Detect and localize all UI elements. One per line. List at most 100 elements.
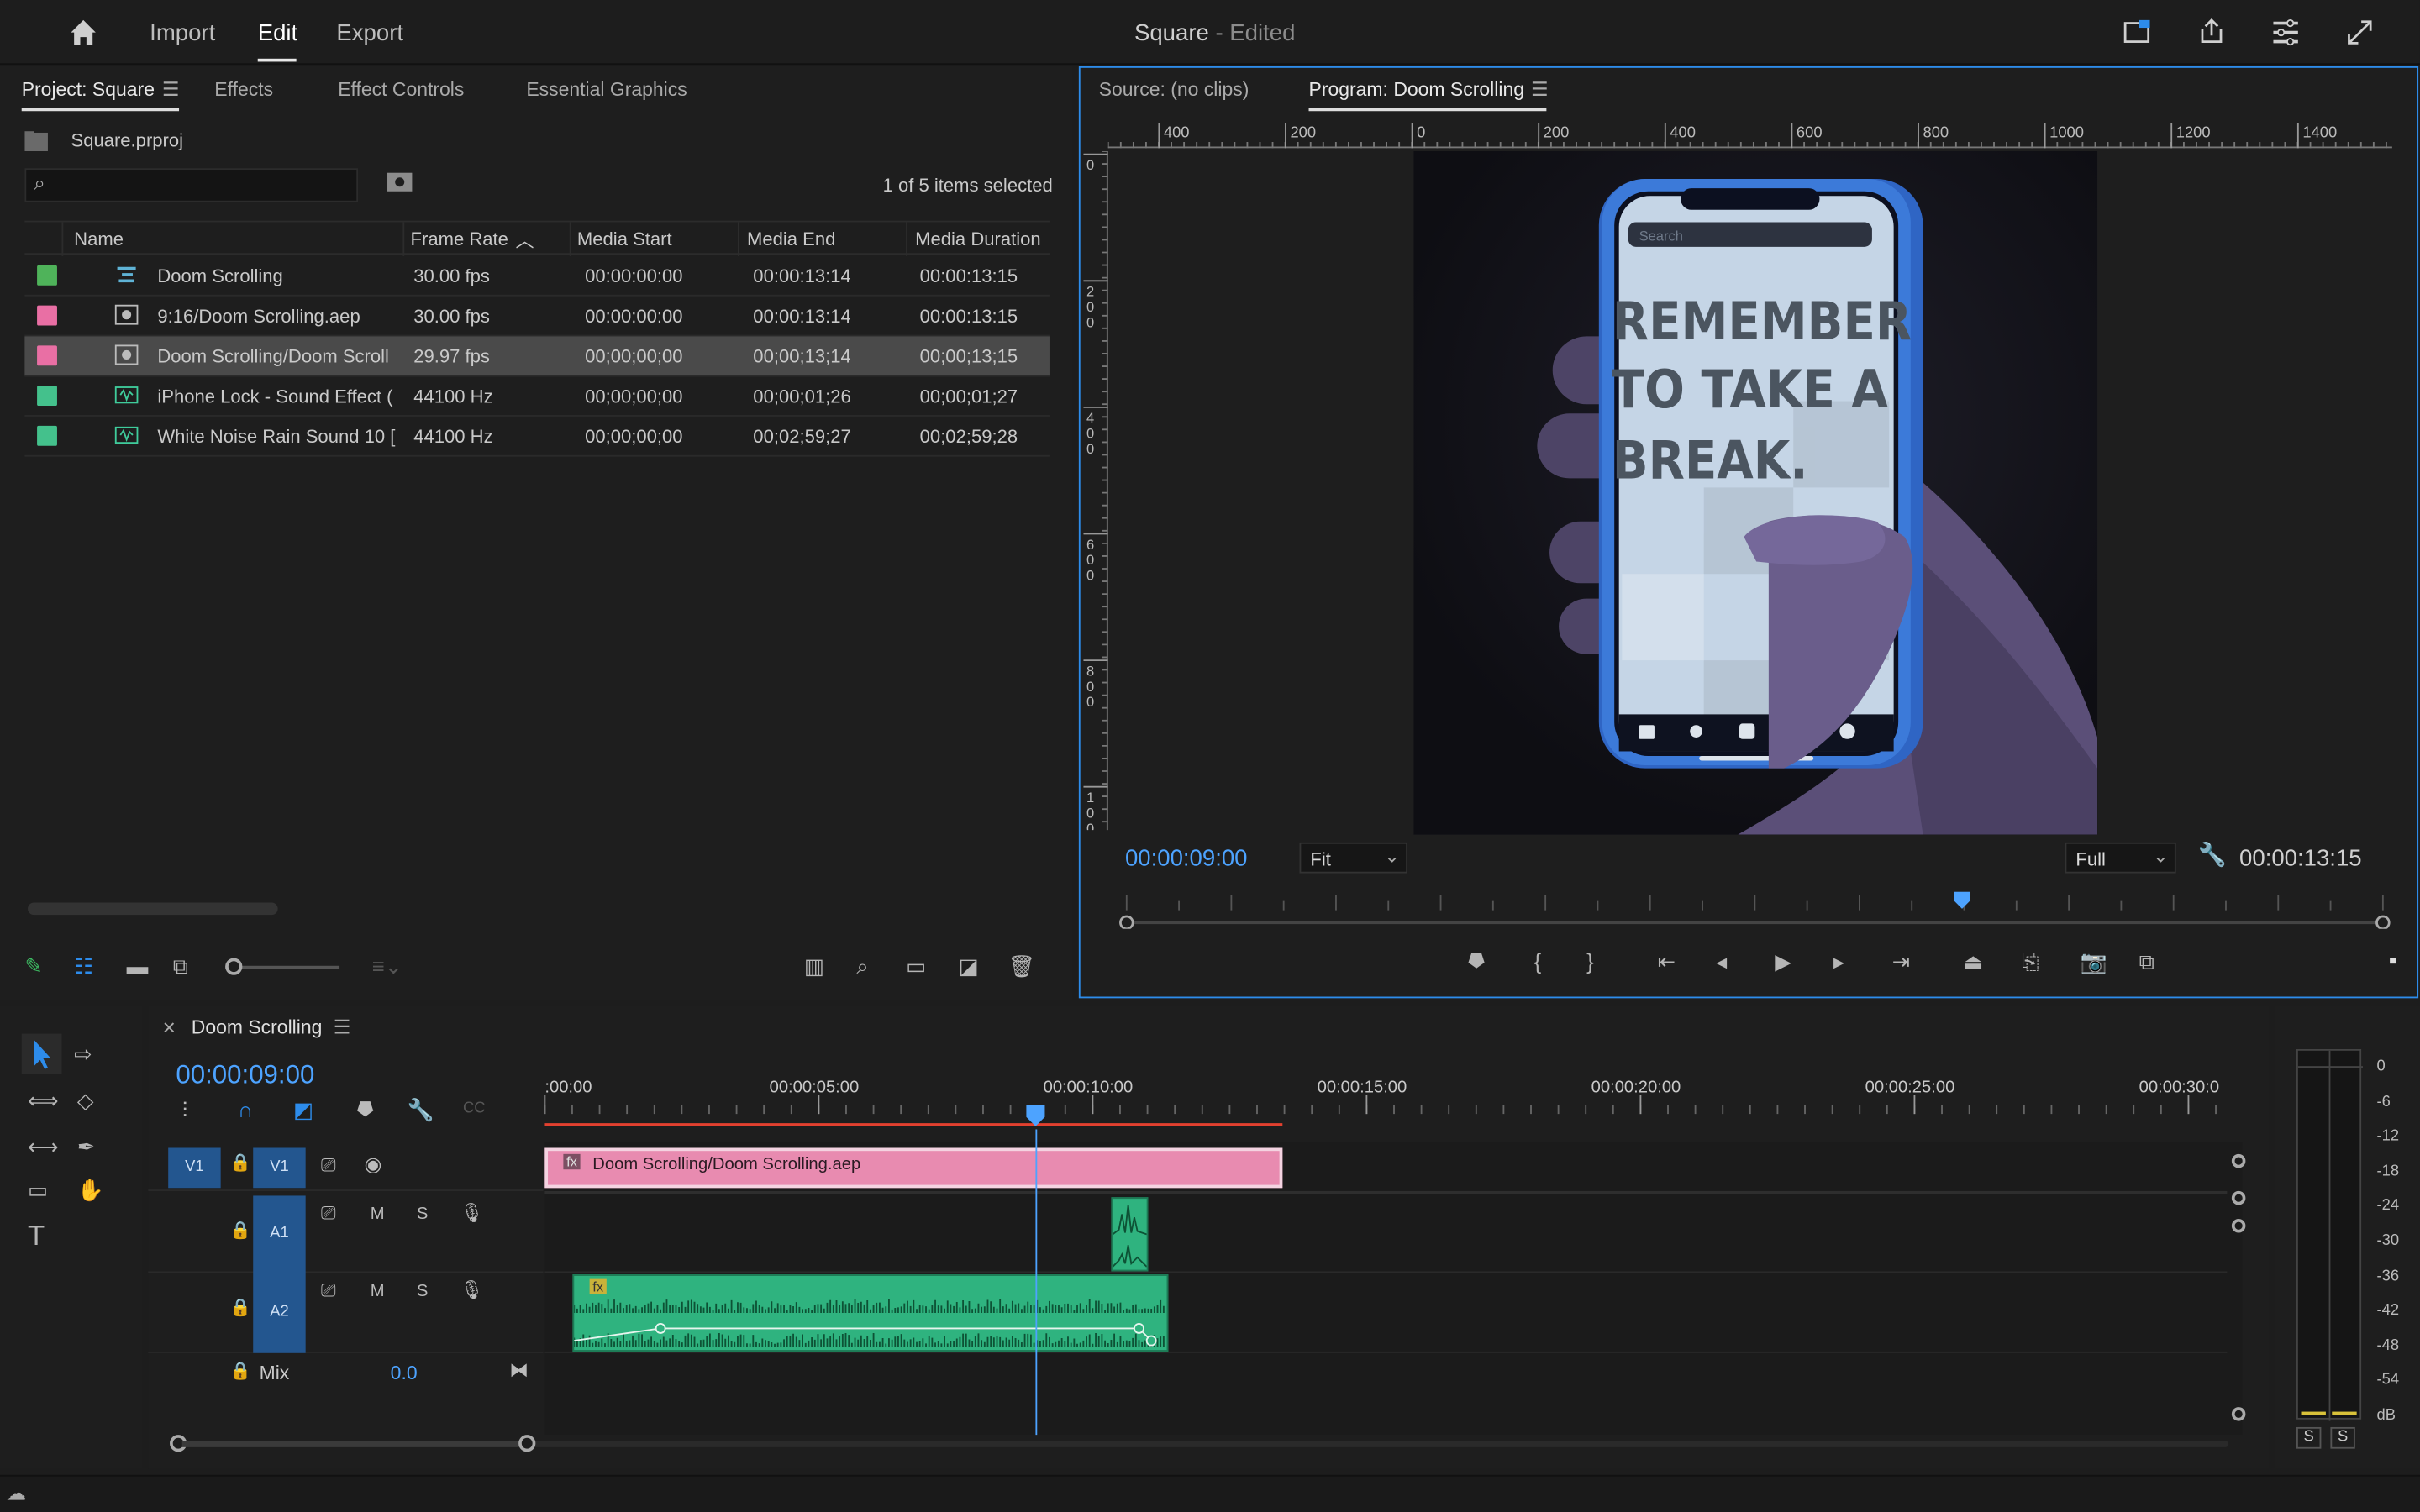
type-tool-icon[interactable]: T — [28, 1222, 45, 1250]
export-frame-icon[interactable]: 📷 — [2081, 948, 2107, 975]
trash-icon[interactable]: 🗑 — [1007, 952, 1035, 979]
mix-gain-icon[interactable]: ⧓ — [509, 1357, 529, 1381]
creative-cloud-icon[interactable]: ☁ — [6, 1481, 26, 1505]
lock-icon[interactable]: 🔒 — [230, 1221, 251, 1241]
rectangle-tool-icon[interactable]: ▭ — [28, 1176, 48, 1204]
v1-source-patch[interactable]: V1 — [168, 1147, 221, 1189]
tab-project[interactable]: Project: Square — [22, 79, 155, 101]
go-to-out-icon[interactable]: ⇥ — [1892, 948, 1911, 975]
mix-value[interactable]: 0.0 — [391, 1362, 418, 1384]
zoom-handle-right[interactable] — [518, 1435, 536, 1452]
meter-solo-left[interactable]: S — [2296, 1426, 2322, 1449]
label-color-swatch[interactable] — [37, 386, 57, 407]
button-editor-icon[interactable]: ■ — [2389, 953, 2396, 968]
pen-tool-icon[interactable]: ✒ — [77, 1132, 96, 1160]
zoom-slider[interactable] — [225, 958, 340, 975]
track-scroll-handle[interactable] — [2231, 1153, 2246, 1168]
program-current-time[interactable]: 00:00:09:00 — [1125, 846, 1248, 872]
project-item-row[interactable]: Doom Scrolling 30.00 fps 00:00:00:00 00:00:… — [24, 256, 1050, 297]
sync-lock-icon[interactable]: ⎚ — [321, 1154, 336, 1178]
project-item-row[interactable]: Doom Scrolling/Doom Scroll 29.97 fps 00;00… — [24, 336, 1050, 377]
timeline-settings-icon[interactable]: 🔧 — [408, 1095, 434, 1123]
label-color-swatch[interactable] — [37, 305, 57, 326]
playhead-line[interactable] — [1035, 1129, 1038, 1436]
sync-lock-icon[interactable]: ⎚ — [321, 1279, 336, 1303]
new-bin-icon[interactable]: ▭ — [906, 952, 926, 979]
project-item-row[interactable]: iPhone Lock - Sound Effect (44100 Hz 00;0… — [24, 376, 1050, 417]
workspaces-icon[interactable] — [2272, 18, 2300, 46]
label-color-swatch[interactable] — [37, 265, 57, 286]
microphone-icon[interactable]: 🎙 — [460, 1279, 483, 1301]
program-playhead[interactable] — [1954, 891, 1970, 909]
step-back-icon[interactable]: ◂ — [1716, 948, 1727, 975]
find-icon[interactable]: ⌕ — [856, 952, 868, 979]
nav-import[interactable]: Import — [150, 20, 215, 46]
icon-view-icon[interactable]: ▬ — [127, 952, 149, 979]
fullscreen-icon[interactable] — [2346, 18, 2374, 46]
sort-icon[interactable]: ≡⌄ — [372, 952, 403, 979]
selection-tool-icon[interactable] — [21, 1033, 62, 1074]
mute-button[interactable]: M — [371, 1282, 385, 1300]
resolution-select[interactable]: Full ⌄ — [2065, 842, 2176, 874]
comparison-view-icon[interactable]: ⧉ — [2139, 948, 2154, 975]
project-item-row[interactable]: 9:16/Doom Scrolling.aep 30.00 fps 00:00:00… — [24, 297, 1050, 337]
share-icon[interactable] — [2197, 17, 2225, 45]
col-name[interactable]: Name — [74, 228, 124, 250]
audio-clip-a2[interactable]: fx — [572, 1274, 1169, 1352]
razor-tool-icon[interactable]: ◇ — [77, 1086, 94, 1114]
v1-target-patch[interactable]: V1 — [253, 1147, 306, 1189]
timeline-tab-menu-icon[interactable]: ☰ — [334, 1016, 351, 1038]
volume-keyframe[interactable] — [1145, 1335, 1157, 1347]
step-forward-icon[interactable]: ▸ — [1833, 948, 1844, 975]
mute-button[interactable]: M — [371, 1205, 385, 1223]
extract-icon[interactable]: ⎘ — [2022, 948, 2039, 975]
meter-solo-right[interactable]: S — [2330, 1426, 2355, 1449]
lift-icon[interactable]: ⏏ — [1963, 948, 1983, 975]
tab-effects[interactable]: Effects — [214, 79, 273, 101]
tab-essential-graphics[interactable]: Essential Graphics — [526, 79, 687, 101]
linked-selection-icon[interactable]: ◩ — [293, 1095, 313, 1123]
label-color-swatch[interactable] — [37, 425, 57, 446]
settings-wrench-icon[interactable]: 🔧 — [2197, 841, 2226, 869]
track-select-tool-icon[interactable]: ⇨ — [74, 1040, 92, 1068]
sync-lock-icon[interactable]: ⎚ — [321, 1202, 336, 1226]
nav-edit[interactable]: Edit — [258, 20, 297, 46]
snap-icon[interactable]: ∩ — [238, 1095, 253, 1123]
search-field[interactable] — [60, 172, 354, 198]
track-scroll-handle[interactable] — [2231, 1190, 2246, 1205]
ripple-edit-tool-icon[interactable]: ⟺ — [28, 1086, 59, 1114]
add-marker-icon[interactable]: ⯂ — [1466, 948, 1484, 975]
lock-icon[interactable]: 🔒 — [230, 1152, 251, 1173]
timeline-ruler[interactable]: :00:00 00:00:05:00 00:00:10:00 00:00:15:00 0… — [544, 1074, 2242, 1135]
audio-clip-a1[interactable] — [1111, 1197, 1149, 1272]
play-icon[interactable]: ▶ — [1775, 948, 1791, 975]
timeline-current-time[interactable]: 00:00:09:00 — [176, 1060, 314, 1091]
timeline-zoom-bar[interactable] — [170, 1435, 2229, 1452]
mark-in-icon[interactable]: { — [1534, 948, 1542, 975]
col-frame-rate[interactable]: Frame Rate — [411, 228, 508, 250]
tab-program[interactable]: Program: Doom Scrolling — [1309, 79, 1524, 101]
go-to-in-icon[interactable]: ⇤ — [1658, 948, 1676, 975]
tab-project-menu-icon[interactable]: ☰ — [162, 77, 180, 101]
tab-program-menu-icon[interactable]: ☰ — [1531, 77, 1549, 101]
track-scroll-handle[interactable] — [2231, 1218, 2246, 1233]
video-clip[interactable]: fx Doom Scrolling/Doom Scrolling.aep — [544, 1147, 1283, 1189]
a2-target-patch[interactable]: A2 — [253, 1273, 306, 1353]
list-view-icon[interactable]: ☷ — [74, 952, 93, 979]
search-input[interactable]: ⌕ — [24, 168, 359, 202]
pencil-icon[interactable]: ✎ — [24, 952, 43, 979]
scrubber-zoom-handle[interactable] — [2375, 915, 2391, 929]
eye-icon[interactable]: ◉ — [364, 1152, 381, 1177]
sort-ascending-icon[interactable]: ︿ — [515, 227, 534, 253]
label-color-swatch[interactable] — [37, 345, 57, 366]
tab-source[interactable]: Source: (no clips) — [1099, 79, 1249, 101]
home-icon[interactable] — [68, 17, 99, 48]
col-media-end[interactable]: Media End — [747, 228, 835, 250]
track-scroll-handle[interactable] — [2231, 1407, 2246, 1421]
freeform-view-icon[interactable]: ⧉ — [173, 952, 188, 979]
solo-button[interactable]: S — [417, 1205, 428, 1223]
col-media-duration[interactable]: Media Duration — [915, 228, 1040, 250]
a1-target-patch[interactable]: A1 — [253, 1195, 306, 1273]
zoom-select[interactable]: Fit ⌄ — [1299, 842, 1408, 874]
col-media-start[interactable]: Media Start — [577, 228, 672, 250]
